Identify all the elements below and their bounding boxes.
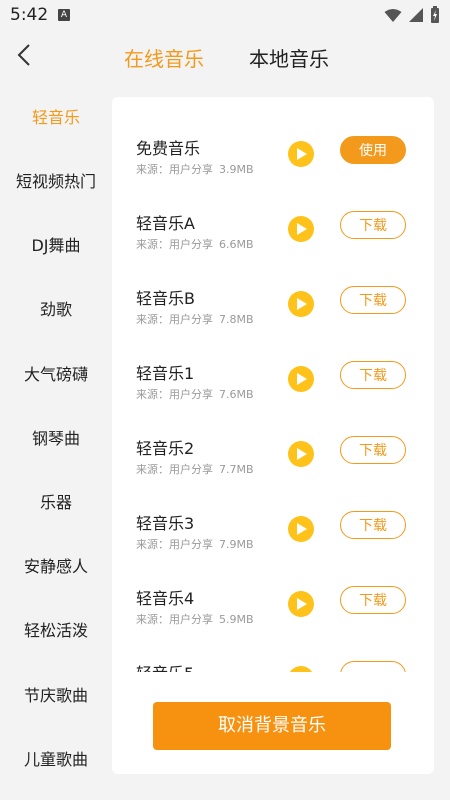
play-icon <box>297 223 307 235</box>
play-icon <box>297 148 307 160</box>
track-size: 6.6MB <box>219 238 254 251</box>
tab-local-music[interactable]: 本地音乐 <box>249 43 329 72</box>
play-button[interactable] <box>288 216 314 242</box>
sidebar-item-short-video-hits[interactable]: 短视频热门 <box>0 168 112 192</box>
track-list[interactable]: 免费音乐 来源：用户分享 3.9MB 使用 轻音乐A 来源：用户分享 6.6MB 下… <box>112 97 434 672</box>
download-button[interactable] <box>340 661 406 672</box>
track-source: 来源：用户分享 <box>136 238 213 251</box>
download-button[interactable]: 下载 <box>340 436 406 464</box>
track-row: 轻音乐1 来源：用户分享 7.6MB 下载 <box>112 360 434 435</box>
sidebar-item-instruments[interactable]: 乐器 <box>0 489 112 513</box>
track-name: 轻音乐4 <box>136 589 195 608</box>
notification-icon: A <box>58 9 70 21</box>
app-bar: 在线音乐 本地音乐 <box>0 30 450 80</box>
back-button[interactable] <box>12 42 38 68</box>
play-button[interactable] <box>288 666 314 672</box>
sidebar-item-power-songs[interactable]: 劲歌 <box>0 296 112 320</box>
download-button[interactable]: 下载 <box>340 211 406 239</box>
track-meta: 来源：用户分享 7.7MB <box>136 461 260 477</box>
track-meta: 来源：用户分享 6.6MB <box>136 236 260 252</box>
cancel-background-music-button[interactable]: 取消背景音乐 <box>153 702 391 750</box>
track-name: 轻音乐5 <box>136 660 194 672</box>
download-button[interactable]: 下载 <box>340 586 406 614</box>
status-time: 5:42 <box>10 5 49 25</box>
sidebar-item-dj-dance[interactable]: DJ舞曲 <box>0 232 112 256</box>
track-name: 轻音乐B <box>136 289 195 308</box>
tab-online-music[interactable]: 在线音乐 <box>124 43 204 72</box>
track-source: 来源：用户分享 <box>136 613 213 626</box>
track-row: 轻音乐5 <box>112 660 434 672</box>
track-row: 轻音乐3 来源：用户分享 7.9MB 下载 <box>112 510 434 585</box>
track-panel: 免费音乐 来源：用户分享 3.9MB 使用 轻音乐A 来源：用户分享 6.6MB 下… <box>112 97 434 774</box>
play-icon <box>297 598 307 610</box>
play-icon <box>297 448 307 460</box>
track-size: 7.9MB <box>219 538 254 551</box>
sidebar-item-festival-songs[interactable]: 节庆歌曲 <box>0 682 112 706</box>
track-meta: 来源：用户分享 7.8MB <box>136 311 260 327</box>
download-button[interactable]: 下载 <box>340 511 406 539</box>
track-meta: 来源：用户分享 5.9MB <box>136 611 260 627</box>
use-button[interactable]: 使用 <box>340 136 406 164</box>
track-name: 轻音乐1 <box>136 364 195 383</box>
track-meta: 来源：用户分享 7.6MB <box>136 386 260 402</box>
play-icon <box>297 373 307 385</box>
track-name: 轻音乐3 <box>136 514 195 533</box>
track-row: 轻音乐A 来源：用户分享 6.6MB 下载 <box>112 210 434 285</box>
track-size: 3.9MB <box>219 163 254 176</box>
track-meta: 来源：用户分享 7.9MB <box>136 536 260 552</box>
track-row: 轻音乐2 来源：用户分享 7.7MB 下载 <box>112 435 434 510</box>
status-bar: 5:42 A <box>0 0 450 30</box>
track-name: 轻音乐2 <box>136 439 195 458</box>
sidebar-item-children-songs[interactable]: 儿童歌曲 <box>0 746 112 770</box>
track-source: 来源：用户分享 <box>136 538 213 551</box>
play-button[interactable] <box>288 291 314 317</box>
track-row: 轻音乐4 来源：用户分享 5.9MB 下载 <box>112 585 434 660</box>
play-button[interactable] <box>288 366 314 392</box>
play-button[interactable] <box>288 441 314 467</box>
sidebar-item-majestic[interactable]: 大气磅礴 <box>0 361 112 385</box>
track-source: 来源：用户分享 <box>136 463 213 476</box>
track-name: 轻音乐A <box>136 214 195 233</box>
track-meta: 来源：用户分享 3.9MB <box>136 161 260 177</box>
status-icons <box>384 6 440 24</box>
play-button[interactable] <box>288 591 314 617</box>
download-button[interactable]: 下载 <box>340 286 406 314</box>
track-source: 来源：用户分享 <box>136 163 213 176</box>
track-name: 免费音乐 <box>136 139 201 158</box>
download-button[interactable]: 下载 <box>340 361 406 389</box>
track-row: 免费音乐 来源：用户分享 3.9MB 使用 <box>112 135 434 210</box>
track-size: 7.6MB <box>219 388 254 401</box>
sidebar-item-light-music[interactable]: 轻音乐 <box>0 104 112 128</box>
track-row: 轻音乐B 来源：用户分享 7.8MB 下载 <box>112 285 434 360</box>
play-icon <box>297 298 307 310</box>
track-size: 5.9MB <box>219 613 254 626</box>
signal-icon <box>409 8 423 22</box>
play-button[interactable] <box>288 141 314 167</box>
battery-icon <box>431 6 439 23</box>
track-size: 7.8MB <box>219 313 254 326</box>
wifi-icon <box>384 8 402 22</box>
sidebar-item-quiet-touching[interactable]: 安静感人 <box>0 553 112 577</box>
sidebar-item-piano[interactable]: 钢琴曲 <box>0 425 112 449</box>
play-button[interactable] <box>288 516 314 542</box>
track-size: 7.7MB <box>219 463 254 476</box>
track-source: 来源：用户分享 <box>136 313 213 326</box>
track-source: 来源：用户分享 <box>136 388 213 401</box>
chevron-left-icon <box>17 44 30 66</box>
sidebar-item-relaxed-lively[interactable]: 轻松活泼 <box>0 617 112 641</box>
play-icon <box>297 523 307 535</box>
